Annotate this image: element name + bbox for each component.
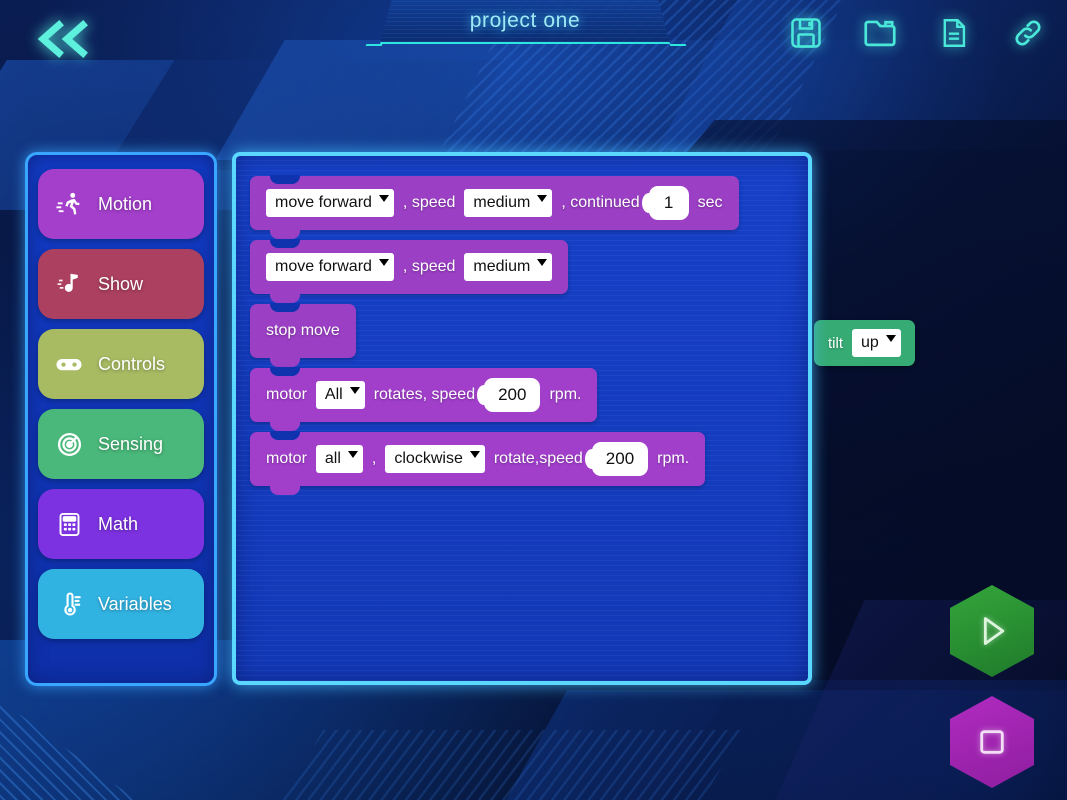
speed-dropdown[interactable]: medium <box>464 253 553 281</box>
running-person-icon <box>54 189 84 219</box>
folder-icon <box>864 20 896 47</box>
gamepad-icon <box>54 349 84 379</box>
block-label: rotates, speed <box>373 386 476 403</box>
play-button[interactable] <box>950 585 1034 677</box>
file-icon <box>943 19 966 47</box>
dropdown-value: all <box>324 450 341 467</box>
block-stop-move[interactable]: stop move <box>250 303 356 367</box>
calculator-icon <box>54 509 84 539</box>
sidebar-item-math[interactable]: Math <box>38 489 204 559</box>
block-label: , speed <box>402 258 456 275</box>
rotation-direction-dropdown[interactable]: clockwise <box>385 445 485 473</box>
chevron-down-icon <box>378 259 389 266</box>
project-title-tab[interactable]: project one <box>380 0 670 44</box>
chevron-down-icon <box>347 451 358 458</box>
play-triangle-icon <box>983 617 1005 645</box>
block-label: stop move <box>266 322 340 339</box>
block-tilt-sensor[interactable]: tilt up <box>814 320 915 366</box>
block-label: , <box>371 450 377 467</box>
page-title: project one <box>469 9 581 32</box>
block-move-forward-timed[interactable]: move forward , speed medium , continued … <box>250 175 739 239</box>
chevron-down-icon <box>349 387 360 394</box>
dropdown-value: move forward <box>275 258 372 275</box>
block-label: motor <box>266 450 307 467</box>
category-sidebar: Motion Show Controls Sensing Math Variab… <box>25 152 217 686</box>
open-folder-button[interactable] <box>857 8 903 58</box>
dropdown-value: medium <box>473 258 531 275</box>
thermometer-icon <box>54 589 84 619</box>
app-root: project one Motion Show Controls Sensing… <box>0 0 1067 800</box>
dropdown-value: All <box>324 386 343 403</box>
link-icon <box>1015 20 1041 46</box>
toolbar-actions <box>783 8 1051 58</box>
chevron-down-icon <box>537 259 548 266</box>
new-file-button[interactable] <box>931 8 977 58</box>
tilt-direction-dropdown[interactable]: up <box>852 329 901 357</box>
top-toolbar: project one <box>0 0 1067 76</box>
sidebar-item-sensing[interactable]: Sensing <box>38 409 204 479</box>
block-stack: move forward , speed medium , continued … <box>250 175 808 496</box>
block-label: rotate,speed <box>493 450 583 467</box>
back-button[interactable] <box>20 8 106 70</box>
dropdown-value: up <box>861 334 879 351</box>
bg-shape <box>0 700 150 800</box>
dropdown-value: move forward <box>275 194 372 211</box>
chevron-down-icon <box>378 195 389 202</box>
chevron-down-icon <box>469 451 480 458</box>
motor-select-dropdown[interactable]: all <box>315 445 363 473</box>
block-label: motor <box>266 386 307 403</box>
block-label: rpm. <box>549 386 582 403</box>
rpm-input[interactable]: 200 <box>484 378 541 412</box>
block-label: , continued <box>561 194 640 211</box>
stop-button[interactable] <box>950 696 1034 788</box>
sidebar-item-label: Variables <box>98 593 172 614</box>
block-label: sec <box>697 194 723 211</box>
dropdown-value: clockwise <box>394 450 463 467</box>
rpm-input[interactable]: 200 <box>591 442 649 476</box>
sidebar-item-label: Controls <box>98 353 166 374</box>
sidebar-item-controls[interactable]: Controls <box>38 329 204 399</box>
chevron-down-icon <box>885 335 896 342</box>
block-label: , speed <box>402 194 456 211</box>
sidebar-item-label: Motion <box>98 193 153 214</box>
direction-dropdown[interactable]: move forward <box>266 189 394 217</box>
block-motor-clockwise-rotate[interactable]: motor all , clockwise rotate,speed 200 r… <box>250 431 706 495</box>
save-icon <box>791 18 821 48</box>
sidebar-item-label: Show <box>98 273 144 294</box>
block-label: tilt <box>828 334 843 352</box>
chevron-down-icon <box>537 195 548 202</box>
block-move-forward[interactable]: move forward , speed medium <box>250 239 569 303</box>
music-note-icon <box>54 269 84 299</box>
sidebar-item-label: Math <box>98 513 139 534</box>
block-motor-rotates-speed[interactable]: motor All rotates, speed 200 rpm. <box>250 367 598 431</box>
direction-dropdown[interactable]: move forward <box>266 253 394 281</box>
bg-shape <box>276 730 744 800</box>
sidebar-item-variables[interactable]: Variables <box>38 569 204 639</box>
stop-square-icon <box>980 730 1004 754</box>
double-chevron-left-icon <box>37 20 88 58</box>
radar-target-icon <box>54 429 84 459</box>
sidebar-item-label: Sensing <box>98 433 164 454</box>
duration-input[interactable]: 1 <box>648 186 689 220</box>
motor-select-dropdown[interactable]: All <box>315 381 365 409</box>
block-workspace[interactable]: move forward , speed medium , continued … <box>232 152 812 685</box>
connect-link-button[interactable] <box>1005 8 1051 58</box>
sidebar-item-show[interactable]: Show <box>38 249 204 319</box>
block-label: rpm. <box>657 450 690 467</box>
dropdown-value: medium <box>473 194 531 211</box>
save-button[interactable] <box>783 8 829 58</box>
speed-dropdown[interactable]: medium <box>464 189 553 217</box>
sidebar-item-motion[interactable]: Motion <box>38 169 204 239</box>
